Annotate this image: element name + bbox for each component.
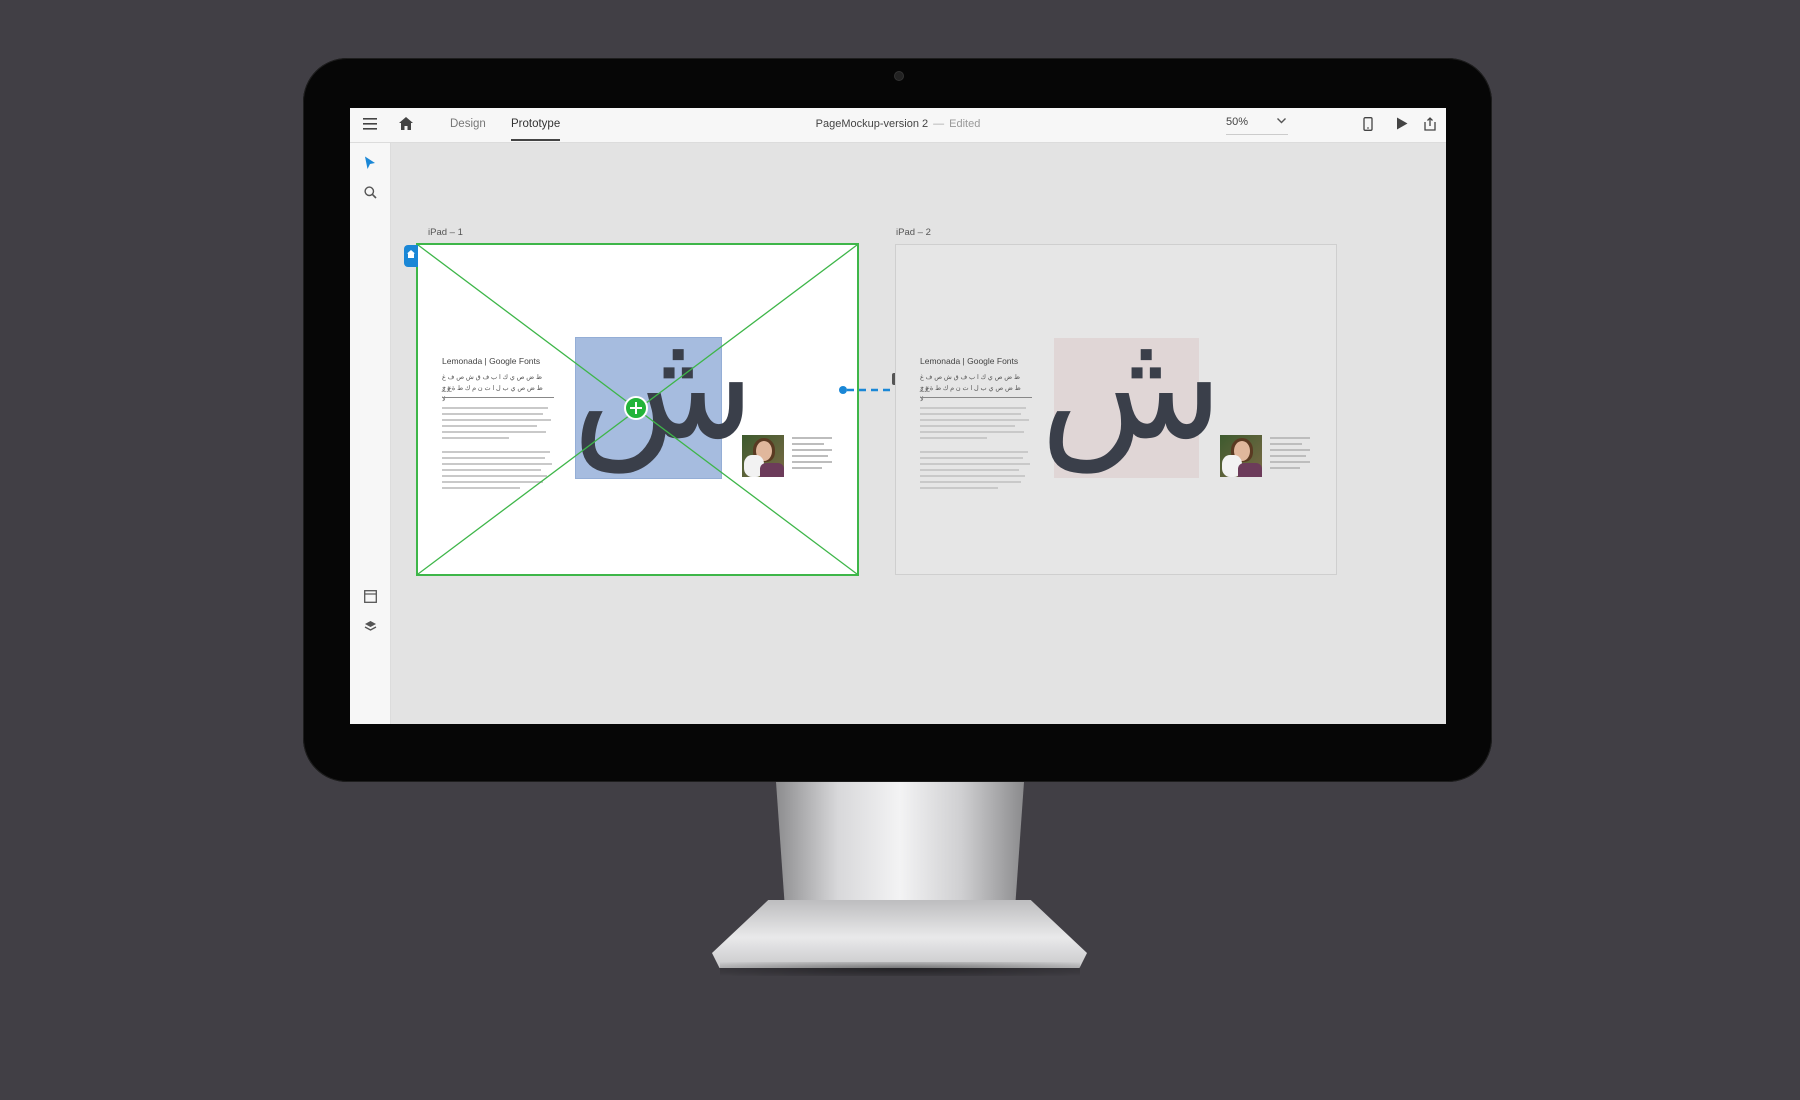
artboard-ipad-2[interactable]: Lemonada | Google Fonts ظ ض ص ي ك ا ب ف … bbox=[895, 244, 1337, 575]
artboard-1-divider bbox=[442, 397, 554, 398]
zoom-dropdown[interactable]: 50% bbox=[1226, 116, 1288, 135]
artboard-1-portrait-image bbox=[742, 435, 784, 477]
device-preview-icon[interactable] bbox=[1360, 117, 1376, 133]
artboard-2-portrait-image bbox=[1220, 435, 1262, 477]
artboard-2-divider bbox=[920, 397, 1032, 398]
artboard-2-label[interactable]: iPad – 2 bbox=[896, 227, 931, 238]
assets-icon[interactable] bbox=[362, 590, 378, 606]
move-handle-icon[interactable] bbox=[624, 396, 648, 420]
app-screen: Design Prototype PageMockup-version 2— Ed… bbox=[350, 108, 1446, 724]
top-toolbar: Design Prototype PageMockup-version 2— Ed… bbox=[350, 108, 1446, 143]
select-arrow-icon[interactable] bbox=[362, 156, 378, 172]
zoom-search-icon[interactable] bbox=[362, 186, 378, 202]
share-icon[interactable] bbox=[1422, 117, 1438, 133]
artboard-ipad-1[interactable]: Lemonada | Google Fonts ظ ض ص ي ك ا ب ف … bbox=[404, 243, 859, 576]
document-name: PageMockup-version 2 bbox=[815, 118, 929, 130]
title-separator: — bbox=[933, 118, 945, 130]
artboard-2-arabic-line-2: ظ ض ص ي ب ل ا ت ن م ك ط ة ؤ ز لا bbox=[920, 385, 1021, 403]
document-status: Edited bbox=[949, 118, 981, 130]
artboard-1-body-text bbox=[442, 407, 554, 493]
active-tab-underline bbox=[511, 139, 561, 141]
artboard-1-arabic-line-2: ظ ض ص ي ب ل ا ت ن م ك ط ة ؤ ز لا bbox=[442, 385, 543, 403]
artboard-1-heading: Lemonada | Google Fonts bbox=[442, 356, 541, 366]
design-canvas[interactable]: iPad – 1 iPad – 2 Lemonada | Google Font… bbox=[391, 143, 1446, 724]
artboard-2-arabic-glyph: ش bbox=[1040, 299, 1224, 473]
stand-shadow bbox=[720, 962, 1080, 976]
artboard-1-arabic-glyph[interactable]: ش bbox=[572, 311, 755, 461]
artboard-2-body-text bbox=[920, 407, 1032, 493]
artboard-2-side-text bbox=[1270, 437, 1310, 473]
monitor-stand-base bbox=[712, 900, 1087, 968]
artboard-1-side-text bbox=[792, 437, 832, 473]
chevron-down-icon bbox=[1277, 116, 1286, 127]
artboard-2-heading: Lemonada | Google Fonts bbox=[920, 356, 1019, 366]
play-icon[interactable] bbox=[1394, 117, 1410, 133]
home-artboard-icon[interactable] bbox=[404, 245, 418, 267]
webcam bbox=[895, 72, 903, 80]
zoom-value: 50% bbox=[1226, 116, 1249, 128]
left-toolbar bbox=[350, 143, 391, 724]
layers-icon[interactable] bbox=[362, 620, 378, 636]
artboard-1-label[interactable]: iPad – 1 bbox=[428, 227, 463, 238]
